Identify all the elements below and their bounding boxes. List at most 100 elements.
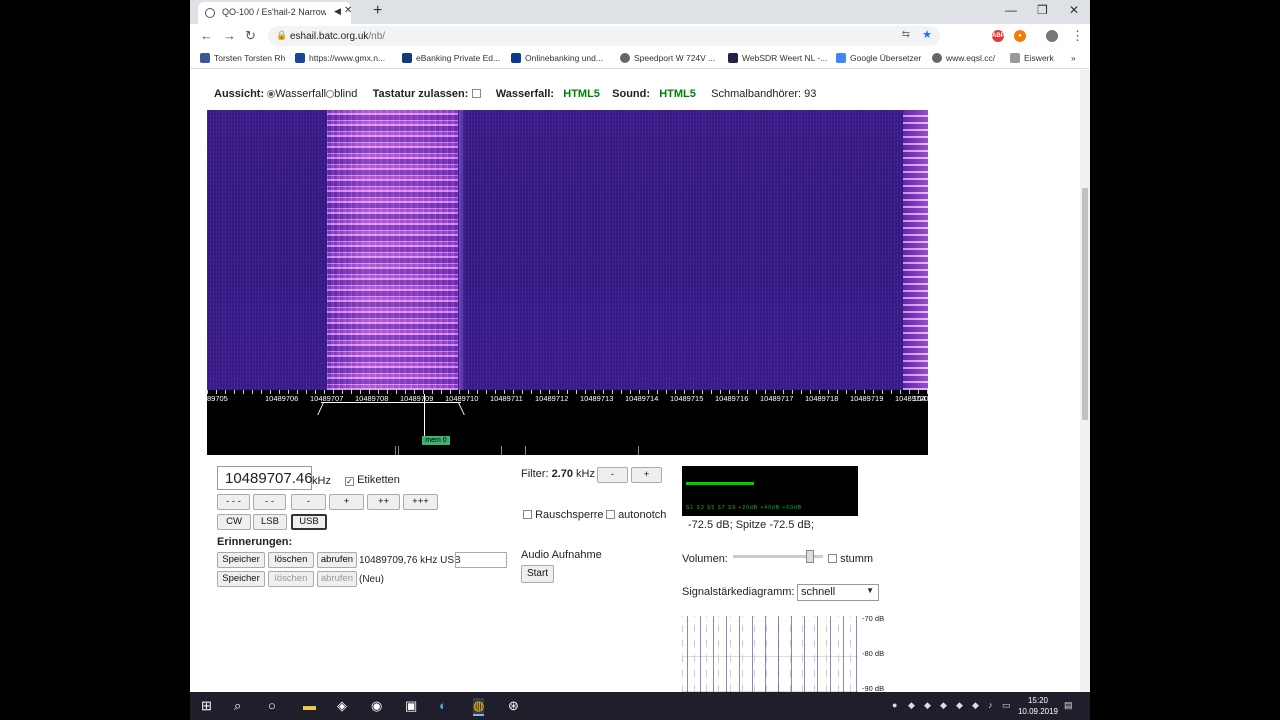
step-down-2-button[interactable]: - - — [253, 494, 286, 510]
waterfall-radio[interactable] — [267, 90, 276, 98]
file-explorer-icon[interactable]: ▬ — [303, 698, 316, 713]
autonotch-toggle[interactable]: autonotch — [606, 509, 666, 521]
step-up-1-button[interactable]: + — [329, 494, 364, 510]
windows-start-icon[interactable]: ⊞ — [201, 698, 212, 714]
frequency-label: 10489711 — [490, 394, 523, 403]
task-view-icon[interactable]: ○ — [268, 698, 276, 713]
forward-icon[interactable]: → — [223, 28, 236, 43]
passband-marker[interactable] — [321, 402, 461, 414]
tray-icon[interactable]: ◆ — [908, 700, 915, 711]
keyboard-checkbox[interactable] — [471, 89, 481, 98]
bookmark-item[interactable]: eBanking Private Ed... — [402, 53, 500, 63]
memory-name-input[interactable] — [455, 552, 507, 568]
frequency-label: 10489713 — [580, 394, 614, 403]
onlinebanking-icon — [511, 53, 521, 63]
app-icon[interactable]: ◐ — [439, 698, 447, 713]
bookmark-item[interactable]: Speedport W 724V ... — [620, 53, 715, 63]
step-down-1-button[interactable]: - — [291, 494, 326, 510]
view-bar: Aussicht: Wasserfall blind Tastatur zulas… — [214, 88, 817, 100]
step-up-2-button[interactable]: ++ — [367, 494, 400, 510]
store-memory-button[interactable]: Speicher — [217, 571, 265, 587]
chevron-down-icon: ▼ — [866, 586, 874, 595]
recall-memory-button[interactable]: abrufen — [317, 552, 357, 568]
active-tab[interactable]: QO-100 / Es'hail-2 Narrowband ◀ ✕ — [198, 2, 352, 24]
menu-icon[interactable]: ⋮ — [1071, 28, 1084, 44]
volume-icon[interactable]: ♪ — [988, 700, 993, 710]
memories-heading: Erinnerungen: — [217, 536, 293, 548]
steam-icon[interactable]: ◉ — [371, 698, 382, 714]
sound-mode: HTML5 — [659, 88, 696, 100]
noise-squelch-toggle[interactable]: Rauschsperre — [523, 509, 604, 521]
graph-speed-select[interactable]: schnell ▼ — [797, 584, 879, 601]
globe-icon — [620, 53, 630, 63]
back-icon[interactable]: ← — [200, 28, 213, 43]
minimize-icon[interactable]: — — [1005, 3, 1017, 17]
waterfall-mode: HTML5 — [563, 88, 600, 100]
bookmark-item[interactable]: WebSDR Weert NL -... — [728, 53, 827, 63]
cw-mode-button[interactable]: CW — [217, 514, 251, 530]
app-icon[interactable]: ⊛ — [508, 698, 519, 714]
new-tab-button[interactable]: + — [373, 2, 382, 20]
tuning-marker[interactable] — [424, 394, 425, 438]
tray-icon[interactable]: ◆ — [924, 700, 931, 711]
volume-knob[interactable] — [806, 550, 815, 563]
store-memory-button[interactable]: Speicher — [217, 552, 265, 568]
frequency-scale[interactable]: 89705 10489706 10489707 10489708 10489709 104… — [207, 390, 928, 455]
eiswerk-icon — [1010, 53, 1020, 63]
close-tab-icon[interactable]: ✕ — [344, 5, 352, 16]
bookmark-item[interactable]: Onlinebanking und... — [511, 53, 603, 63]
usb-mode-button[interactable]: USB — [291, 514, 327, 530]
page-scrollbar[interactable] — [1080, 70, 1090, 692]
graph-db-label: -80 dB — [862, 649, 885, 658]
delete-memory-button[interactable]: löschen — [268, 552, 314, 568]
waterfall-display[interactable] — [207, 110, 928, 390]
clock-date: 10.09.2019 — [1017, 707, 1058, 716]
extension-icon[interactable]: ● — [1014, 30, 1026, 42]
network-icon[interactable]: ▭ — [1002, 700, 1011, 711]
tray-icon[interactable]: ◆ — [972, 700, 979, 711]
clock[interactable]: 15:20 10.09.2019 — [1018, 695, 1058, 717]
profile-icon[interactable] — [1046, 30, 1058, 42]
bookmark-item[interactable]: Google Übersetzer — [836, 53, 921, 63]
adblock-icon[interactable]: ABP — [992, 30, 1005, 42]
translate-icon[interactable]: ⇆ — [902, 29, 910, 40]
notifications-icon[interactable]: ▤ — [1064, 700, 1073, 711]
volume-slider[interactable] — [733, 550, 823, 563]
address-bar[interactable]: 🔒 eshail.batc.org.uk/nb/ ⇆ ★ — [268, 26, 940, 46]
scrollbar-thumb[interactable] — [1082, 188, 1088, 420]
labels-toggle[interactable]: ✓ Etiketten — [345, 474, 400, 486]
blind-radio[interactable] — [326, 90, 335, 98]
maximize-icon[interactable]: ❐ — [1037, 3, 1048, 17]
bookmark-item[interactable]: Torsten Torsten Rh — [200, 53, 285, 63]
frequency-label: 10489716 — [715, 394, 749, 403]
step-up-3-button[interactable]: +++ — [403, 494, 438, 510]
lock-icon: 🔒 — [276, 30, 288, 40]
memory-marker[interactable]: mem 0 — [422, 436, 450, 445]
bookmark-item[interactable]: www.eqsl.cc/ — [932, 53, 995, 63]
chrome-icon[interactable]: ◍ — [473, 698, 485, 716]
bookmark-item[interactable]: https://www.gmx.n... — [295, 53, 385, 63]
app-icon[interactable]: ◈ — [337, 698, 347, 714]
step-down-3-button[interactable]: - - - — [217, 494, 250, 510]
start-recording-button[interactable]: Start — [521, 565, 554, 583]
filter-narrow-button[interactable]: - — [597, 467, 628, 483]
close-window-icon[interactable]: ✕ — [1069, 3, 1079, 17]
filter-widen-button[interactable]: + — [631, 467, 662, 483]
mute-toggle[interactable]: stumm — [828, 553, 873, 565]
mic-icon[interactable]: ● — [892, 700, 897, 710]
app-icon[interactable]: ▣ — [405, 698, 417, 714]
gmx-icon — [295, 53, 305, 63]
bookmark-item[interactable]: Eiswerk — [1010, 53, 1054, 63]
globe-icon — [205, 8, 215, 18]
labels-checkbox[interactable]: ✓ — [345, 477, 354, 486]
more-bookmarks-icon[interactable]: » — [1071, 53, 1076, 63]
lsb-mode-button[interactable]: LSB — [253, 514, 287, 530]
bookmark-star-icon[interactable]: ★ — [922, 28, 932, 41]
tray-icon[interactable]: ◆ — [956, 700, 963, 711]
speaker-icon[interactable]: ◀ — [334, 6, 341, 17]
search-icon[interactable]: ⌕ — [234, 698, 241, 714]
tray-icon[interactable]: ◆ — [940, 700, 947, 711]
frequency-label: 10489719 — [850, 394, 884, 403]
frequency-input[interactable]: 10489707.46 — [217, 466, 313, 490]
reload-icon[interactable]: ↻ — [245, 28, 256, 44]
